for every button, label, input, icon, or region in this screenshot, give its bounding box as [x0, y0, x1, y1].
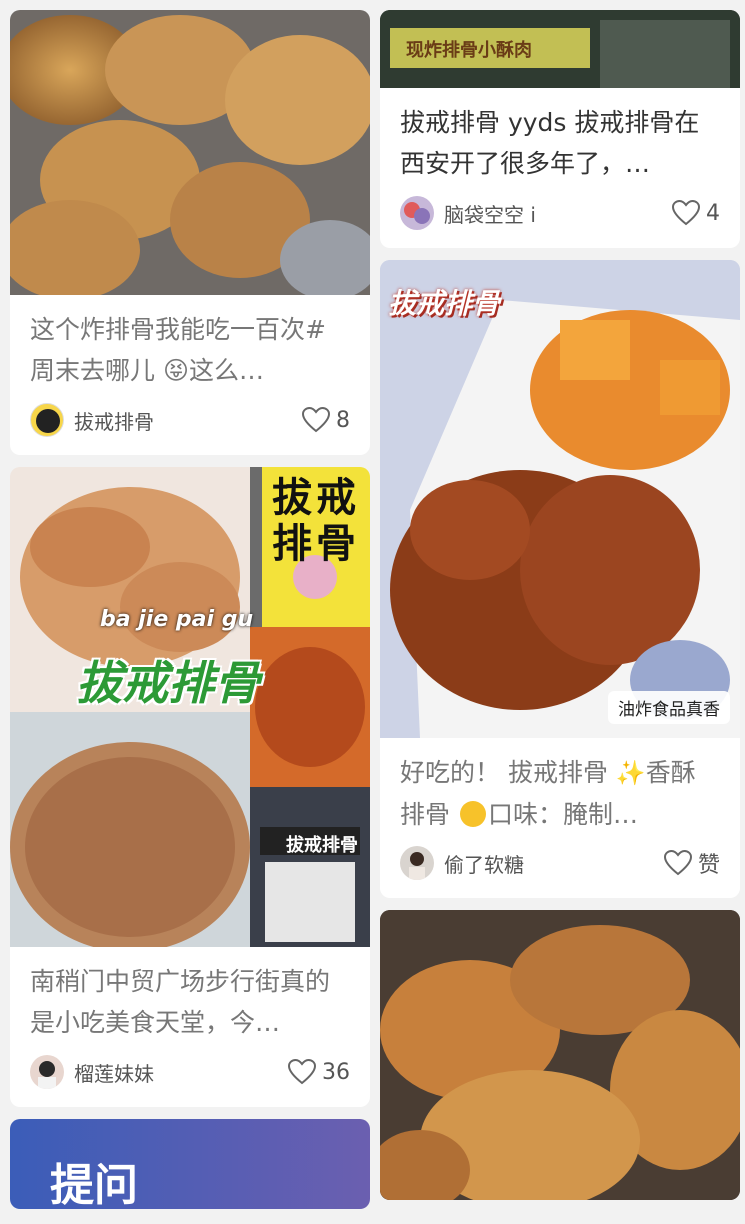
like-count: 8 [336, 407, 350, 433]
note-title[interactable]: 南稍门中贸广场步行街真的是小吃美食天堂，今… [10, 947, 370, 1047]
note-card[interactable]: 现炸排骨小酥肉 拔戒排骨 yyds 拔戒排骨在西安开了很多年了，… 脑袋空空 i… [380, 10, 740, 248]
author[interactable]: 偷了软糖 [400, 846, 524, 880]
note-card[interactable]: 这个炸排骨我能吃一百次#周末去哪儿 😝这么… 拔戒排骨 8 [10, 10, 370, 455]
note-meta: 榴莲妹妹 36 [10, 1047, 370, 1107]
heart-outline-icon [672, 200, 700, 226]
avatar[interactable] [30, 403, 64, 437]
like-count: 36 [322, 1059, 350, 1085]
pinyin-text: ba jie pai gu [100, 607, 254, 632]
note-title[interactable]: 这个炸排骨我能吃一百次#周末去哪儿 😝这么… [10, 295, 370, 395]
food-photo[interactable]: 拔戒排骨 油炸食品真香 [380, 260, 740, 738]
author[interactable]: 拔戒排骨 [30, 403, 154, 437]
food-collage[interactable]: 拔戒排骨 ba jie pai gu 拔戒排骨 拔戒排骨 [10, 467, 370, 947]
like-label: 赞 [697, 853, 720, 878]
avatar[interactable] [400, 846, 434, 880]
left-column: 这个炸排骨我能吃一百次#周末去哪儿 😝这么… 拔戒排骨 8 拔戒排骨 ba ji… [10, 0, 370, 1221]
author-name[interactable]: 偷了软糖 [444, 849, 524, 878]
smile-emoji-icon [459, 801, 486, 827]
note-meta: 偷了软糖 赞 [380, 838, 740, 898]
heart-outline-icon [288, 1059, 316, 1085]
avatar[interactable] [30, 1055, 64, 1089]
sparkle-icon: ✨ [615, 759, 646, 787]
author[interactable]: 榴莲妹妹 [30, 1055, 154, 1089]
photo-tag: 油炸食品真香 [608, 691, 730, 724]
author-name[interactable]: 榴莲妹妹 [74, 1058, 154, 1087]
cover-text: 提问 [50, 1160, 138, 1209]
right-column: 现炸排骨小酥肉 拔戒排骨 yyds 拔戒排骨在西安开了很多年了，… 脑袋空空 i… [380, 0, 740, 1212]
author[interactable]: 脑袋空空 i [400, 196, 536, 230]
like-button[interactable]: 8 [302, 407, 350, 433]
like-button[interactable]: 4 [672, 200, 720, 226]
like-button[interactable]: 36 [288, 1059, 350, 1085]
author-name[interactable]: 脑袋空空 i [444, 199, 536, 228]
big-title-text: 拔戒排骨 [76, 656, 260, 710]
storefront-photo[interactable]: 现炸排骨小酥肉 [380, 10, 740, 88]
note-title[interactable]: 好吃的！ 拔戒排骨 ✨香酥排骨 口味：腌制… [380, 738, 740, 838]
food-photo[interactable] [380, 910, 740, 1200]
heart-outline-icon [302, 407, 330, 433]
note-card[interactable] [380, 910, 740, 1200]
note-card[interactable]: 拔戒排骨 ba jie pai gu 拔戒排骨 拔戒排骨 南稍门中贸广场步行街真… [10, 467, 370, 1107]
author-name[interactable]: 拔戒排骨 [74, 406, 154, 435]
food-photo[interactable] [10, 10, 370, 295]
storefront-sign-text: 拔戒排骨 [286, 835, 358, 856]
shop-sign-text: 拔戒排骨 [272, 475, 360, 567]
overlay-title-text: 拔戒排骨 [388, 287, 501, 320]
note-meta: 拔戒排骨 8 [10, 395, 370, 455]
heart-outline-icon [663, 850, 692, 876]
note-title[interactable]: 拔戒排骨 yyds 拔戒排骨在西安开了很多年了，… [380, 88, 740, 188]
note-cover[interactable]: 提问 [10, 1119, 370, 1209]
note-card[interactable]: 提问 [10, 1119, 370, 1209]
like-count: 4 [706, 200, 720, 226]
avatar[interactable] [400, 196, 434, 230]
note-card[interactable]: 拔戒排骨 油炸食品真香 好吃的！ 拔戒排骨 ✨香酥排骨 口味：腌制… 偷了软糖 … [380, 260, 740, 898]
storefront-sign-text: 现炸排骨小酥肉 [406, 40, 532, 61]
note-meta: 脑袋空空 i 4 [380, 188, 740, 248]
like-button[interactable]: 赞 [663, 847, 720, 879]
